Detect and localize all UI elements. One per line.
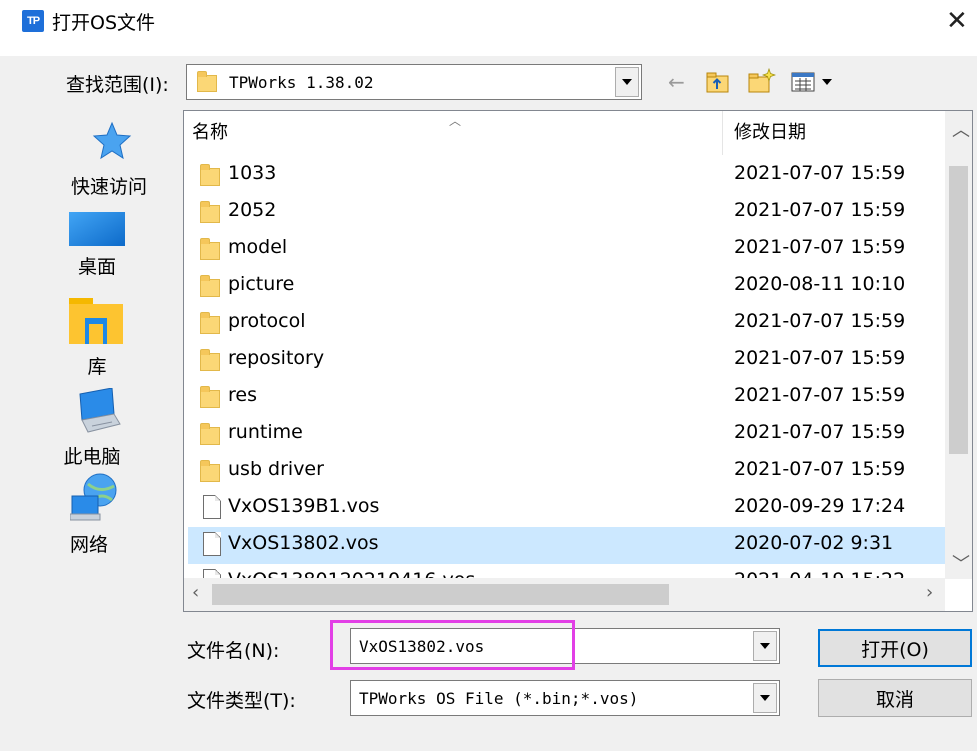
file-date: 2021-07-07 15:59 — [734, 458, 906, 480]
scroll-down-icon[interactable]: ﹀ — [952, 550, 970, 576]
file-name: 2052 — [228, 199, 277, 221]
file-name: picture — [228, 273, 295, 295]
file-name: runtime — [228, 421, 303, 443]
file-name: model — [228, 236, 288, 258]
file-row[interactable]: VxOS1380120210416.vos 2021-04-19 15:22 — [188, 564, 945, 578]
file-date: 2021-07-07 15:59 — [734, 347, 906, 369]
file-row[interactable]: res 2021-07-07 15:59 — [188, 379, 945, 416]
vertical-scroll-thumb[interactable] — [949, 166, 968, 454]
file-date: 2021-07-07 15:59 — [734, 310, 906, 332]
filetype-label: 文件类型(T): — [187, 690, 296, 712]
file-row[interactable]: usb driver 2021-07-07 15:59 — [188, 453, 945, 490]
file-row[interactable]: picture 2020-08-11 10:10 — [188, 268, 945, 305]
file-date: 2020-07-02 9:31 — [734, 532, 894, 554]
file-icon — [203, 495, 221, 519]
file-row[interactable]: VxOS139B1.vos 2020-09-29 17:24 — [188, 490, 945, 527]
chevron-down-icon[interactable] — [753, 631, 777, 661]
file-name: 1033 — [228, 162, 277, 184]
file-name: res — [228, 384, 257, 406]
file-date: 2021-07-07 15:59 — [734, 384, 906, 406]
file-date: 2021-07-07 15:59 — [734, 199, 906, 221]
file-name: repository — [228, 347, 325, 369]
file-date: 2020-08-11 10:10 — [734, 273, 906, 295]
open-button[interactable]: 打开(O) — [818, 629, 972, 667]
folder-icon — [200, 238, 220, 260]
folder-icon — [200, 386, 220, 408]
scroll-up-icon[interactable]: ︿ — [952, 116, 970, 142]
file-row[interactable]: runtime 2021-07-07 15:59 — [188, 416, 945, 453]
file-row[interactable]: protocol 2021-07-07 15:59 — [188, 305, 945, 342]
file-row[interactable]: 1033 2021-07-07 15:59 — [188, 157, 945, 194]
file-icon — [203, 532, 221, 556]
file-name: protocol — [228, 310, 306, 332]
file-date: 2021-04-19 15:22 — [734, 569, 905, 578]
scroll-left-icon[interactable]: ‹ — [192, 582, 199, 603]
folder-icon — [200, 460, 220, 482]
folder-icon — [200, 349, 220, 371]
horizontal-scroll-thumb[interactable] — [212, 584, 669, 605]
file-name: VxOS139B1.vos — [228, 495, 380, 517]
file-name: usb driver — [228, 458, 324, 480]
folder-icon — [200, 312, 220, 334]
file-row[interactable]: model 2021-07-07 15:59 — [188, 231, 945, 268]
folder-icon — [200, 423, 220, 445]
file-row[interactable]: 2052 2021-07-07 15:59 — [188, 194, 945, 231]
file-row[interactable]: repository 2021-07-07 15:59 — [188, 342, 945, 379]
folder-icon — [200, 275, 220, 297]
chevron-down-icon[interactable] — [753, 683, 777, 713]
filename-label: 文件名(N): — [187, 640, 280, 662]
file-date: 2021-07-07 15:59 — [734, 421, 906, 443]
file-name: VxOS1380120210416.vos — [228, 569, 475, 578]
file-icon — [203, 569, 221, 578]
folder-icon — [200, 201, 220, 223]
file-row[interactable]: VxOS13802.vos 2020-07-02 9:31 — [188, 527, 945, 564]
file-date: 2020-09-29 17:24 — [734, 495, 906, 517]
folder-icon — [200, 164, 220, 186]
scroll-right-icon[interactable]: › — [926, 582, 933, 603]
file-date: 2021-07-07 15:59 — [734, 236, 906, 258]
filetype-value: TPWorks OS File (*.bin;*.vos) — [359, 689, 639, 708]
cancel-button[interactable]: 取消 — [818, 679, 972, 717]
filetype-combo[interactable]: TPWorks OS File (*.bin;*.vos) — [350, 680, 780, 716]
filename-highlight — [330, 620, 575, 670]
file-name: VxOS13802.vos — [228, 532, 379, 554]
file-date: 2021-07-07 15:59 — [734, 162, 906, 184]
